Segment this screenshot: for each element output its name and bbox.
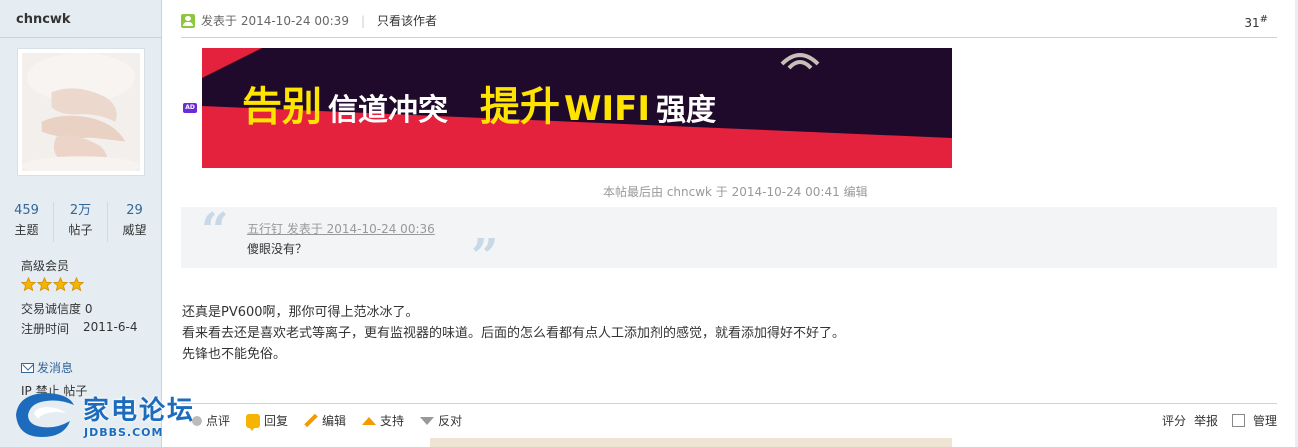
poster-icon <box>181 13 195 28</box>
logo-subtext: JDBBS.COM <box>84 426 164 439</box>
star-icon <box>53 277 68 292</box>
rank-stars <box>21 277 84 292</box>
only-author-link[interactable]: 只看该作者 <box>377 12 437 29</box>
quote-header-link[interactable]: 五行钉 发表于 2014-10-24 00:36 <box>247 220 435 237</box>
support-label: 支持 <box>380 414 405 428</box>
separator: | <box>360 13 365 28</box>
register-value: 2011-6-4 <box>83 320 138 334</box>
author-stats: 459 主题 2万 帖子 29 威望 <box>0 202 161 242</box>
divider <box>0 37 161 38</box>
stat-value: 29 <box>126 203 143 218</box>
post-timestamp: 发表于 2014-10-24 00:39 <box>201 14 349 28</box>
rate-label: 点评 <box>206 414 231 428</box>
banner-word: 信道冲突 <box>328 93 448 128</box>
envelope-icon <box>21 362 34 373</box>
thumb-up-icon <box>362 416 377 425</box>
banner-word: WIFI <box>564 89 651 129</box>
stat-prestige[interactable]: 29 威望 <box>108 202 161 242</box>
wifi-icon <box>780 53 820 70</box>
thumb-down-icon <box>420 416 435 425</box>
edit-label: 编辑 <box>322 414 347 428</box>
manage-label: 管理 <box>1252 414 1277 428</box>
stat-label: 威望 <box>122 223 147 237</box>
edit-button[interactable]: 编辑 <box>304 412 346 429</box>
site-logo[interactable]: 家电论坛 JDBBS.COM <box>8 387 204 445</box>
floor-mark: # <box>1259 14 1268 25</box>
stat-label: 主题 <box>14 223 39 237</box>
stat-label: 帖子 <box>68 223 93 237</box>
post-header: 发表于 2014-10-24 00:39 | 只看该作者 <box>181 12 437 29</box>
moderation-actions: 评分 举报 管理 <box>1162 412 1277 429</box>
avatar[interactable] <box>17 48 145 176</box>
register-date: 注册时间 2011-6-4 <box>21 320 137 337</box>
report-link[interactable]: 举报 <box>1194 412 1218 429</box>
manage-checkbox[interactable] <box>1231 414 1245 427</box>
floor-value: 31 <box>1244 16 1260 30</box>
ad-badge: AD <box>183 103 197 113</box>
avatar-image <box>22 53 140 176</box>
send-message-label: 发消息 <box>37 361 74 375</box>
stat-posts[interactable]: 2万 帖子 <box>54 202 108 242</box>
close-quote-icon: ” <box>471 229 499 285</box>
post-line: 先锋也不能免俗。 <box>182 347 287 362</box>
author-name[interactable]: chncwk <box>16 12 71 27</box>
next-post-image-edge <box>430 438 952 447</box>
author-sidebar: chncwk 459 主题 2万 帖子 29 威望 高级会员 交易诚信度 0 注… <box>0 0 162 447</box>
star-icon <box>69 277 84 292</box>
support-button[interactable]: 支持 <box>362 412 404 429</box>
logo-text: 家电论坛 <box>83 396 196 426</box>
stat-threads[interactable]: 459 主题 <box>0 202 54 242</box>
post-line: 看来看去还是喜欢老式等离子，更有监视器的味道。后面的怎么看都有点人工添加剂的感觉… <box>182 326 846 341</box>
trade-trust: 交易诚信度 0 <box>21 302 93 316</box>
divider <box>181 37 1277 38</box>
user-rank[interactable]: 高级会员 <box>21 257 69 274</box>
reply-label: 回复 <box>264 414 289 428</box>
post-actions: 点评 回复 编辑 支持 反对 <box>192 412 462 431</box>
oppose-label: 反对 <box>438 414 463 428</box>
oppose-button[interactable]: 反对 <box>420 412 462 429</box>
logo-swoosh-icon <box>16 393 74 437</box>
stat-value: 459 <box>14 203 39 218</box>
banner-word: 提升 <box>480 84 560 130</box>
open-quote-icon: “ <box>201 203 229 259</box>
quote-body: 傻眼没有？ <box>247 242 308 256</box>
post-body: 还真是PV600啊，那你可得上范冰冰了。 看来看去还是喜欢老式等离子，更有监视器… <box>182 302 845 365</box>
pencil-icon <box>304 414 318 428</box>
post-line: 还真是PV600啊，那你可得上范冰冰了。 <box>182 305 419 320</box>
quote-block: “ 五行钉 发表于 2014-10-24 00:36 傻眼没有？ ” <box>181 203 1277 285</box>
banner-word: 强度 <box>656 93 717 128</box>
divider <box>181 403 1277 404</box>
register-label: 注册时间 <box>21 322 70 336</box>
comment-dot-icon <box>192 415 202 426</box>
ad-banner[interactable]: 告别 信道冲突 提升 WIFI 强度 <box>202 48 952 168</box>
star-icon <box>37 277 52 292</box>
reply-button[interactable]: 回复 <box>246 412 289 431</box>
send-message-link[interactable]: 发消息 <box>21 359 73 376</box>
banner-word: 告别 <box>242 84 322 130</box>
floor-number[interactable]: 31# <box>1244 14 1268 30</box>
reply-bubble-icon <box>246 413 261 431</box>
stat-value: 2万 <box>69 203 92 218</box>
banner-headline: 告别 信道冲突 提升 WIFI 强度 <box>242 74 716 132</box>
rate-button[interactable]: 点评 <box>192 412 230 429</box>
edit-notice: 本帖最后由 chncwk 于 2014-10-24 00:41 编辑 <box>603 185 868 199</box>
score-link[interactable]: 评分 <box>1162 412 1186 429</box>
star-icon <box>21 277 36 292</box>
